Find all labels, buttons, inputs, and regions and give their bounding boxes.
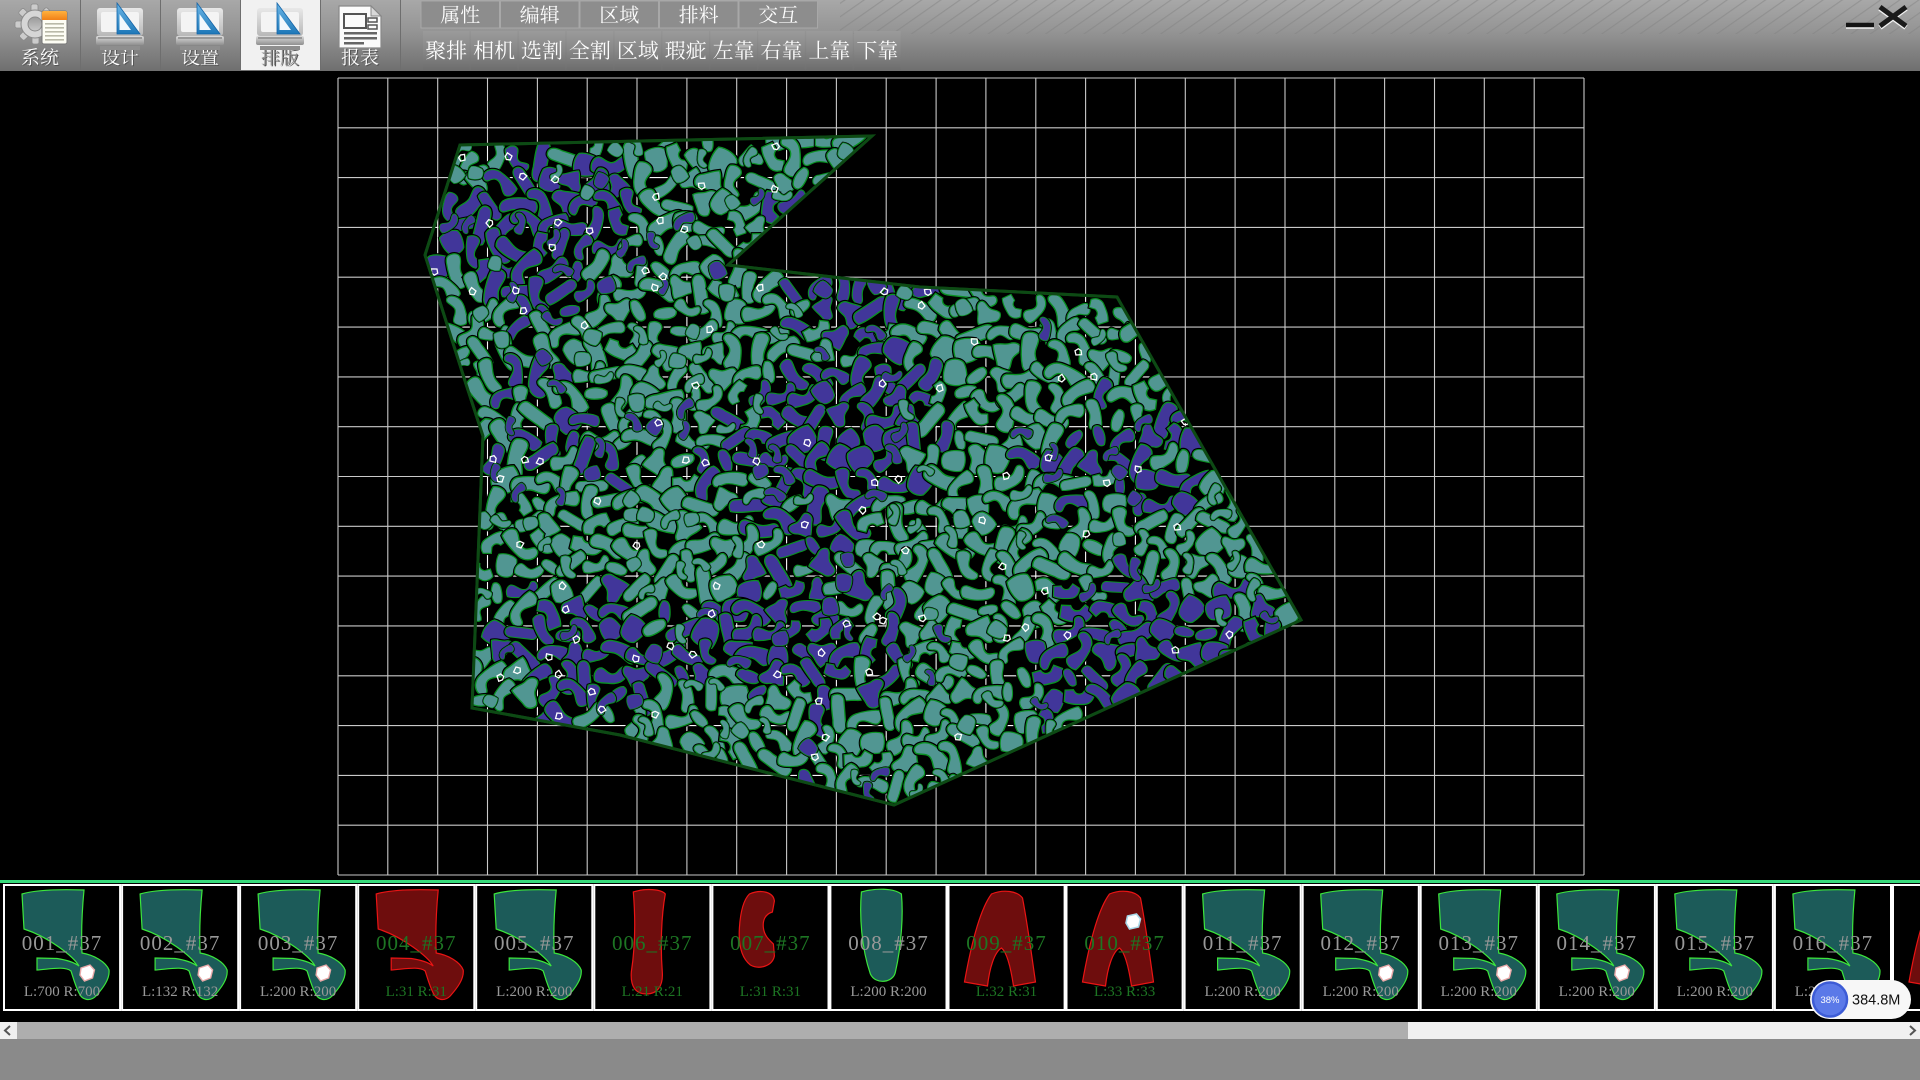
svg-text:L:21 R:21: L:21 R:21 bbox=[622, 984, 683, 1000]
svg-text:L:700 R:700: L:700 R:700 bbox=[24, 984, 100, 1000]
svg-text:L:132 R:132: L:132 R:132 bbox=[142, 984, 218, 1000]
svg-text:005_#37: 005_#37 bbox=[494, 931, 575, 955]
svg-text:001_#37: 001_#37 bbox=[22, 931, 103, 955]
svg-text:012_#37: 012_#37 bbox=[1320, 931, 1401, 955]
svg-text:L:200 R:200: L:200 R:200 bbox=[1323, 984, 1399, 1000]
svg-text:L:200 R:200: L:200 R:200 bbox=[1677, 984, 1753, 1000]
svg-text:L:200 R:200: L:200 R:200 bbox=[850, 984, 926, 1000]
svg-text:L:200 R:200: L:200 R:200 bbox=[1204, 984, 1280, 1000]
svg-text:L:200 R:200: L:200 R:200 bbox=[496, 984, 572, 1000]
svg-text:007_#37: 007_#37 bbox=[730, 931, 811, 955]
svg-text:014_#37: 014_#37 bbox=[1557, 931, 1638, 955]
svg-text:009_#37: 009_#37 bbox=[966, 931, 1047, 955]
svg-text:002_#37: 002_#37 bbox=[140, 931, 221, 955]
svg-text:L:31 R:31: L:31 R:31 bbox=[740, 984, 801, 1000]
svg-text:015_#37: 015_#37 bbox=[1675, 931, 1756, 955]
svg-text:384.8M: 384.8M bbox=[1852, 993, 1900, 1009]
svg-text:006_#37: 006_#37 bbox=[612, 931, 693, 955]
svg-text:38%: 38% bbox=[1820, 995, 1840, 1006]
svg-text:011_#37: 011_#37 bbox=[1203, 931, 1283, 955]
svg-text:004_#37: 004_#37 bbox=[376, 931, 457, 955]
svg-text:L:200 R:200: L:200 R:200 bbox=[260, 984, 336, 1000]
svg-text:L:200 R:200: L:200 R:200 bbox=[1441, 984, 1517, 1000]
svg-text:L:33 R:33: L:33 R:33 bbox=[1094, 984, 1155, 1000]
svg-text:008_#37: 008_#37 bbox=[848, 931, 929, 955]
svg-text:010_#37: 010_#37 bbox=[1084, 931, 1165, 955]
svg-text:003_#37: 003_#37 bbox=[258, 931, 339, 955]
svg-text:L:31 R:31: L:31 R:31 bbox=[386, 984, 447, 1000]
svg-text:013_#37: 013_#37 bbox=[1439, 931, 1520, 955]
svg-text:L:200 R:200: L:200 R:200 bbox=[1559, 984, 1635, 1000]
svg-text:L:32 R:31: L:32 R:31 bbox=[976, 984, 1037, 1000]
svg-text:016_#37: 016_#37 bbox=[1793, 931, 1874, 955]
